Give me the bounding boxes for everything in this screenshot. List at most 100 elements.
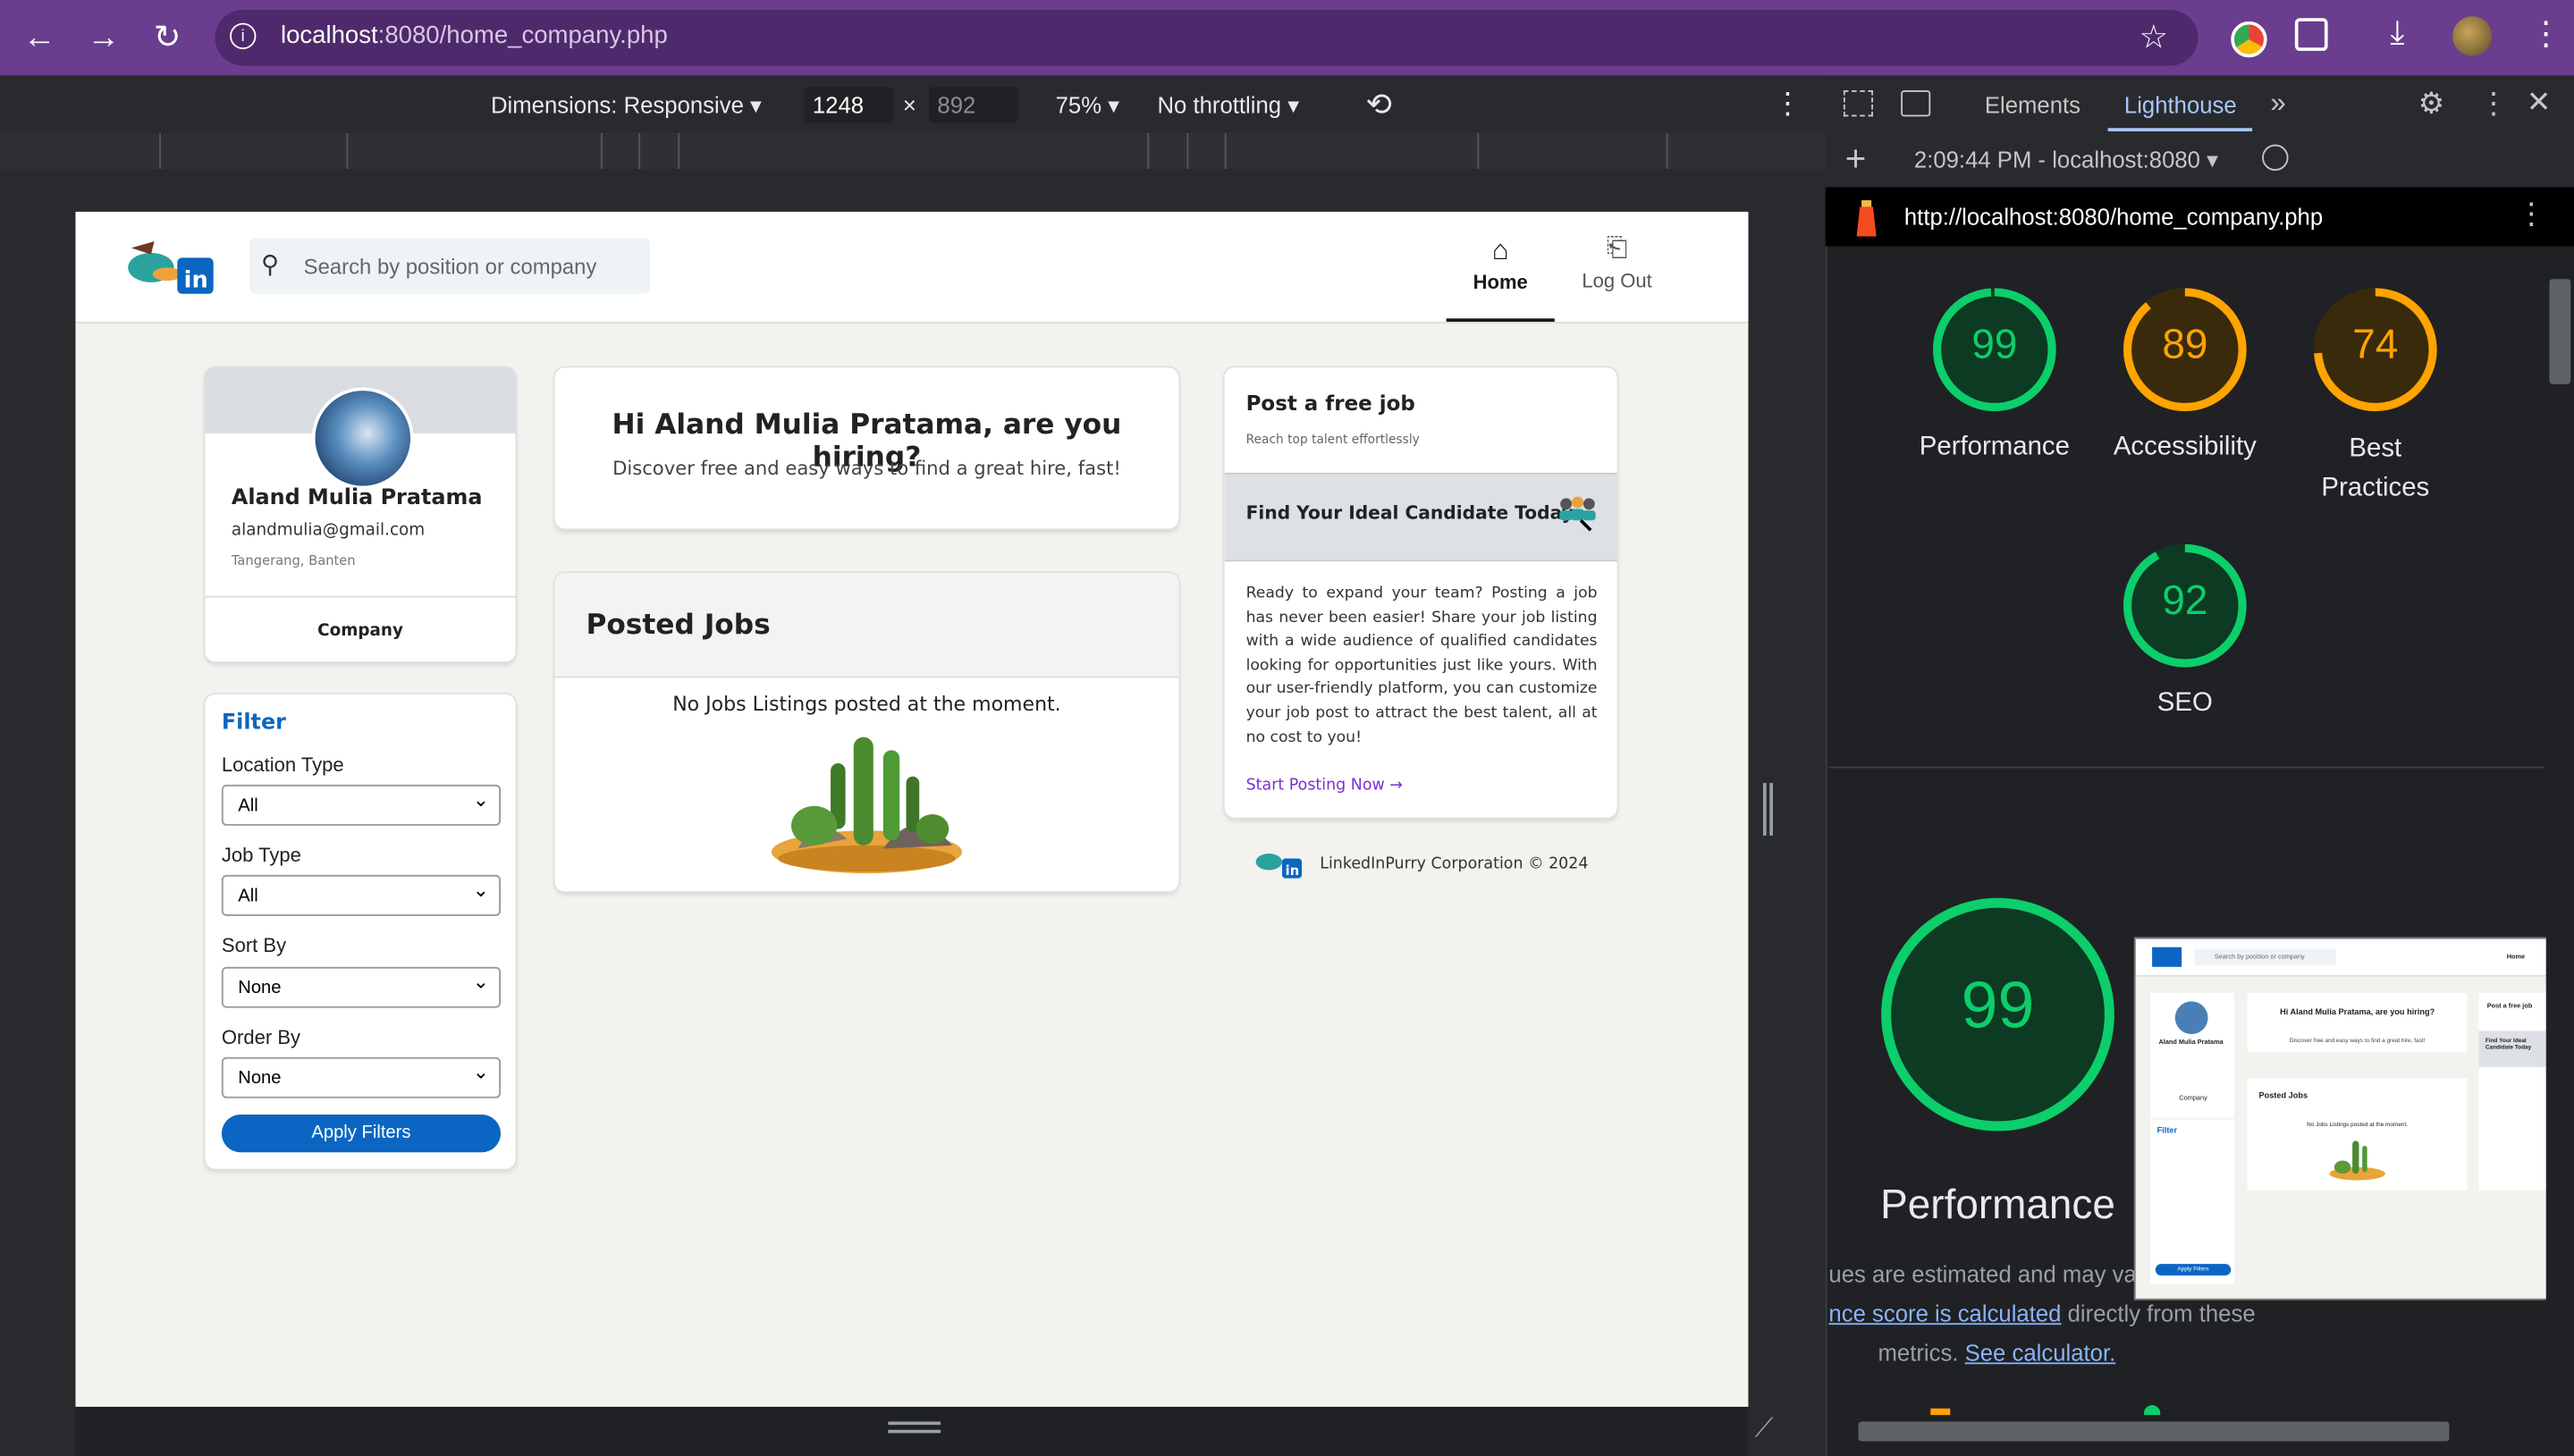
tab-lighthouse[interactable]: Lighthouse [2124, 92, 2237, 118]
big-score-label: Performance [1880, 1182, 2115, 1228]
thumb-greeting-sub: Discover free and easy ways to find a gr… [2289, 1037, 2426, 1045]
vertical-scroll-thumb[interactable] [2549, 279, 2571, 384]
svg-text:in: in [1286, 863, 1299, 879]
thumb-name: Aland Mulia Pratama [2158, 1037, 2224, 1046]
see-calculator-link[interactable]: See calculator. [1965, 1340, 2116, 1366]
post-job-card: Post a free job Reach top talent effortl… [1224, 367, 1617, 818]
url-text[interactable]: localhost:8080/home_company.php [281, 21, 668, 49]
horizontal-scroll-thumb[interactable] [1858, 1421, 2450, 1442]
page-screenshot-thumbnail[interactable]: Search by position or company Home Aland… [2133, 937, 2548, 1300]
post-job-title: Post a free job [1245, 391, 1415, 416]
nav-logout-label: Log Out [1582, 269, 1652, 292]
ruler-tick [601, 132, 603, 170]
site-info-icon[interactable]: i [230, 22, 257, 50]
devtools-menu-icon[interactable]: ⋮ [2479, 87, 2509, 122]
ruler-tick [678, 132, 680, 170]
posted-jobs-title: Posted Jobs [586, 609, 771, 643]
gauge-label: SEO [2156, 689, 2213, 718]
bottom-resize-handle[interactable] [888, 1421, 941, 1434]
device-toggle-icon[interactable] [1901, 90, 1931, 117]
start-posting-link[interactable]: Start Posting Now → [1246, 777, 1403, 795]
linkedinpurry-logo[interactable]: in [118, 235, 220, 300]
job-type-label: Job Type [221, 844, 301, 867]
posted-jobs-card: Posted Jobs No Jobs Listings posted at t… [554, 572, 1179, 892]
thumb-logo [2152, 947, 2182, 967]
posted-jobs-empty-text: No Jobs Listings posted at the moment. [672, 693, 1061, 716]
divider [205, 595, 516, 598]
search-icon: ⚲ [260, 250, 280, 280]
score-calc-link[interactable]: nce score is calculated [1828, 1300, 2061, 1326]
profile-email: alandmulia@gmail.com [231, 522, 426, 541]
cactus-illustration [768, 720, 965, 878]
report-selector[interactable]: 2:09:44 PM - localhost:8080 ▾ [1914, 146, 2218, 173]
settings-gear-icon[interactable]: ⚙ [2418, 87, 2445, 122]
sort-by-select[interactable]: None [221, 962, 502, 1008]
score-description-line1: ues are estimated and may va [1828, 1260, 2137, 1287]
apply-filters-button[interactable]: Apply Filters [221, 1115, 502, 1153]
ruler-tick [1147, 132, 1150, 170]
gauge-score-value: 89 [2162, 321, 2208, 368]
thumb-posted-title: Posted Jobs [2258, 1091, 2308, 1102]
nav-home[interactable]: ⌂ Home [1446, 234, 1555, 322]
width-input[interactable]: 1248 [804, 87, 893, 123]
back-icon[interactable]: ← [18, 16, 61, 59]
height-input[interactable]: 892 [929, 87, 1018, 123]
gauge-label: Accessibility [2113, 433, 2257, 462]
close-devtools-icon[interactable]: ✕ [2527, 86, 2552, 121]
avatar[interactable] [311, 387, 414, 490]
profile-avatar[interactable] [2452, 16, 2493, 56]
filter-title: Filter [221, 711, 286, 736]
order-by-label: Order By [221, 1025, 301, 1049]
clear-reports-icon[interactable] [2262, 144, 2289, 172]
extensions-puzzle-icon[interactable] [2294, 18, 2328, 51]
media-query-ruler[interactable] [0, 132, 1826, 170]
home-icon: ⌂ [1491, 234, 1509, 266]
gauge-score-value: 92 [2162, 577, 2208, 624]
profile-location: Tangerang, Banten [231, 552, 356, 568]
score-gauge-seo[interactable]: 92 [2121, 542, 2249, 669]
throttling-dropdown[interactable]: No throttling ▾ [1157, 92, 1299, 120]
nav-logout[interactable]: ⎗ Log Out [1569, 235, 1664, 322]
bookmark-star-icon[interactable]: ☆ [2139, 16, 2168, 57]
zoom-dropdown[interactable]: 75% ▾ [1056, 92, 1120, 120]
report-menu-icon[interactable]: ⋮ [2517, 197, 2546, 231]
performance-big-gauge[interactable]: 99 [1878, 895, 2117, 1134]
score-description-line2: nce score is calculated directly from th… [1828, 1300, 2256, 1326]
tab-elements[interactable]: Elements [1985, 92, 2080, 118]
report-url[interactable]: http://localhost:8080/home_company.php [1904, 204, 2323, 230]
corner-resize-handle[interactable]: ⟋ [1755, 1415, 1774, 1444]
ruler-tick [346, 132, 349, 170]
location-type-select[interactable]: All [221, 779, 502, 826]
more-tabs-icon[interactable]: » [2270, 87, 2285, 120]
vertical-scrollbar[interactable] [2545, 246, 2574, 1412]
sort-by-label: Sort By [221, 934, 287, 957]
thumb-search: Search by position or company [2194, 948, 2336, 965]
inspect-element-icon[interactable] [1843, 90, 1873, 117]
score-gauge-performance[interactable]: 99 [1930, 286, 2058, 414]
forward-icon[interactable]: → [82, 16, 125, 59]
score-gauge-accessibility[interactable]: 89 [2121, 286, 2249, 414]
new-report-icon[interactable]: + [1845, 138, 1867, 181]
reload-icon[interactable]: ↻ [146, 16, 189, 59]
thumb-greeting-title: Hi Aland Mulia Pratama, are you hiring? [2280, 1007, 2435, 1018]
post-job-subtitle: Reach top talent effortlessly [1245, 432, 1420, 447]
job-type-select[interactable]: All [221, 870, 502, 916]
viewport-resize-handle[interactable] [1762, 783, 1773, 836]
ruler-tick [1477, 132, 1480, 170]
post-job-banner-text: Find Your Ideal Candidate Today [1245, 501, 1574, 524]
score-gauge-best-practices[interactable]: 74 [2311, 286, 2439, 414]
order-by-select[interactable]: None [221, 1052, 502, 1098]
browser-menu-icon[interactable]: ⋮ [2529, 13, 2562, 55]
score-description-line3: metrics. See calculator. [1878, 1339, 2116, 1367]
chrome-extension-icon[interactable] [2231, 21, 2267, 58]
rotate-icon[interactable]: ⟲ [1366, 87, 1392, 124]
ruler-tick [1666, 132, 1668, 170]
report-divider [1828, 766, 2544, 769]
profile-name[interactable]: Aland Mulia Pratama [232, 486, 483, 511]
thumb-apply: Apply Filters [2155, 1264, 2232, 1276]
thumb-banner: Find Your Ideal Candidate Today [2485, 1037, 2532, 1051]
device-toolbar-menu-icon[interactable]: ⋮ [1773, 87, 1802, 122]
dimensions-dropdown[interactable]: Dimensions: Responsive ▾ [491, 92, 762, 120]
lighthouse-logo-icon [1853, 194, 1879, 240]
download-icon[interactable]: ⤓ [2390, 15, 2404, 53]
